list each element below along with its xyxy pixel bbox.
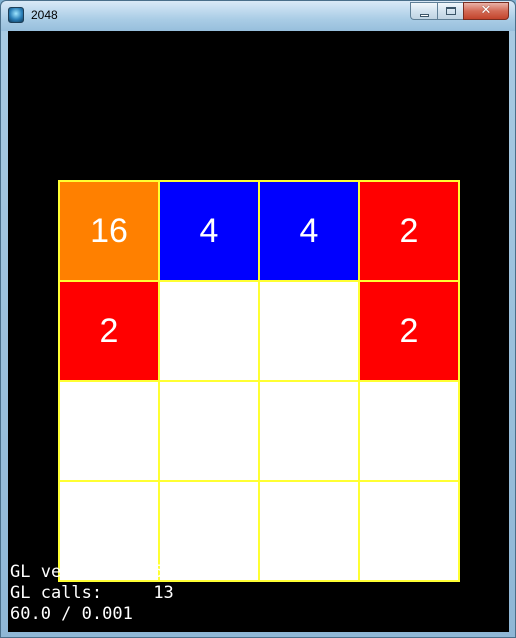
tile-16: 16 <box>60 182 158 280</box>
window-title: 2048 <box>31 8 58 22</box>
maximize-button[interactable] <box>437 2 463 20</box>
empty-tile <box>360 482 458 580</box>
empty-tile <box>160 382 258 480</box>
app-icon <box>8 7 24 23</box>
game-viewport[interactable]: 16 4 4 2 2 2 GL verts: 152 GL calls: 13 60.0 … <box>8 31 509 632</box>
tile-2: 2 <box>360 282 458 380</box>
game-board: 16 4 4 2 2 2 <box>58 180 460 582</box>
empty-tile <box>60 382 158 480</box>
gl-verts-value: 152 <box>143 562 174 582</box>
empty-tile <box>260 282 358 380</box>
tile-4: 4 <box>160 182 258 280</box>
gl-stats-overlay: GL verts: 152 GL calls: 13 60.0 / 0.001 <box>10 562 174 625</box>
minimize-button[interactable] <box>410 2 437 20</box>
tile-2: 2 <box>360 182 458 280</box>
tile-2: 2 <box>60 282 158 380</box>
gl-calls-value: 13 <box>153 583 174 603</box>
tile-4: 4 <box>260 182 358 280</box>
window-controls: ✕ <box>410 2 509 21</box>
minimize-icon <box>420 14 429 17</box>
empty-tile <box>160 282 258 380</box>
empty-tile <box>160 482 258 580</box>
gl-calls-label: GL calls: <box>10 583 103 603</box>
empty-tile <box>260 382 358 480</box>
fps-readout: 60.0 / 0.001 <box>10 604 133 624</box>
close-button[interactable]: ✕ <box>463 2 509 20</box>
empty-tile <box>360 382 458 480</box>
gl-verts-label: GL verts: <box>10 562 103 582</box>
maximize-icon <box>446 7 456 15</box>
empty-tile <box>260 482 358 580</box>
title-bar[interactable]: 2048 ✕ <box>1 1 515 31</box>
app-window: 2048 ✕ 16 4 4 2 2 2 GL verts: 152 GL calls: 1… <box>0 0 516 638</box>
close-icon: ✕ <box>480 3 492 18</box>
